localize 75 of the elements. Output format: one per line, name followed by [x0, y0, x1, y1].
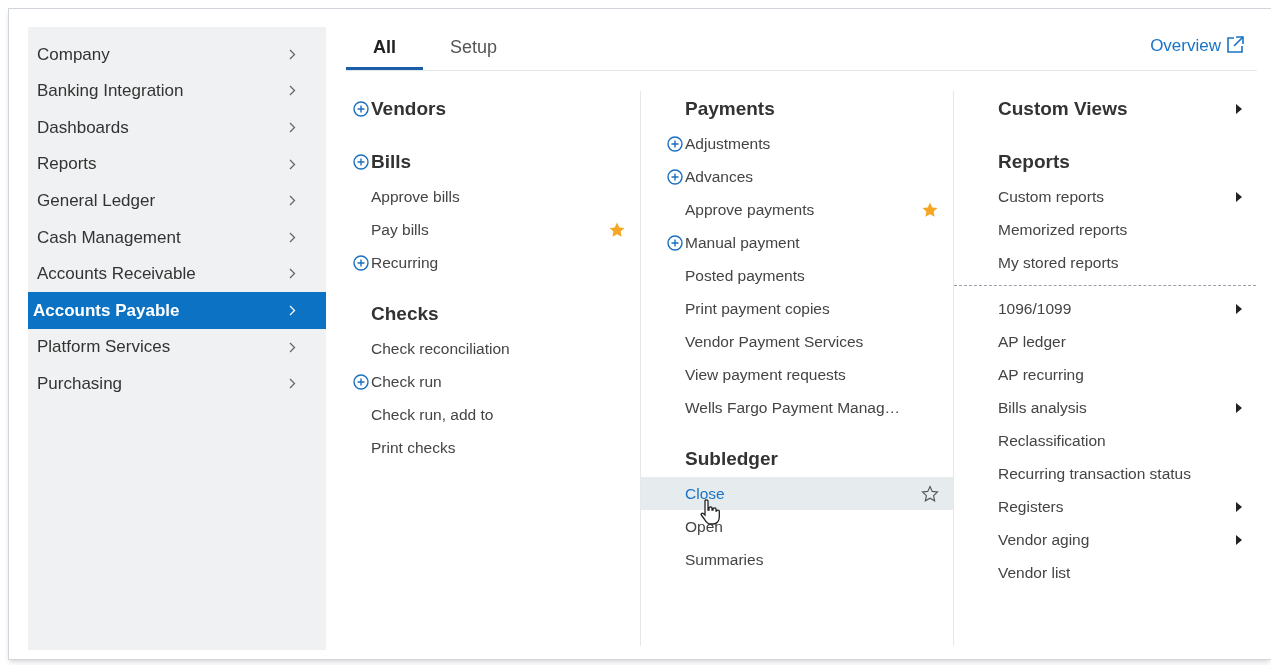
menu-link[interactable]: Registers [998, 494, 1064, 519]
overview-link[interactable]: Overview [1150, 32, 1245, 58]
sidebar-item[interactable]: Dashboards [28, 109, 326, 146]
menu-link[interactable]: Approve payments [685, 197, 815, 222]
menu-link[interactable]: Close [685, 481, 725, 506]
add-icon[interactable] [667, 234, 683, 251]
section-heading: Vendors [371, 96, 446, 121]
sidebar-item[interactable]: Banking Integration [28, 72, 326, 110]
chevron-right-icon [289, 195, 296, 207]
menu-link[interactable]: 1096/1099 [998, 296, 1072, 321]
section-heading: Custom Views [998, 96, 1128, 121]
add-icon[interactable] [353, 101, 369, 117]
sidebar-item[interactable]: Purchasing [28, 365, 326, 402]
menu-link[interactable]: AP recurring [998, 362, 1084, 387]
sidebar-item[interactable]: Accounts Receivable [28, 255, 326, 293]
add-icon[interactable] [353, 154, 369, 170]
menu-link[interactable]: Advances [685, 164, 754, 189]
tab[interactable]: All [346, 28, 423, 70]
submenu-arrow-icon[interactable] [1236, 501, 1242, 512]
menu-link[interactable]: Check run [371, 369, 442, 394]
menu-link[interactable]: View payment requests [685, 362, 846, 387]
menu-link[interactable]: Recurring transaction status [998, 461, 1191, 486]
chevron-right-icon [289, 48, 296, 60]
add-icon[interactable] [353, 254, 369, 271]
menu-link[interactable]: Vendor aging [998, 527, 1090, 552]
chevron-right-icon [289, 341, 296, 353]
external-link-icon [1225, 35, 1245, 56]
menu-link[interactable]: Memorized reports [998, 217, 1128, 242]
chevron-right-icon [289, 304, 296, 316]
chevron-right-icon [289, 231, 296, 243]
menu-link[interactable]: Check reconciliation [371, 336, 510, 361]
menu-link[interactable]: Summaries [685, 547, 764, 572]
menu-link[interactable]: Pay bills [371, 217, 429, 242]
add-icon[interactable] [667, 135, 683, 152]
star-outline-icon[interactable] [921, 484, 939, 503]
tab[interactable]: Setup [423, 28, 525, 70]
section-heading: Checks [371, 301, 439, 326]
section-heading: Reports [998, 149, 1070, 174]
menu-link[interactable]: Bills analysis [998, 395, 1087, 420]
sidebar-item[interactable]: General Ledger [28, 182, 326, 219]
submenu-arrow-icon[interactable] [1236, 104, 1242, 114]
menu-link[interactable]: Adjustments [685, 131, 771, 156]
menu-link[interactable]: Manual payment [685, 230, 800, 255]
sidebar-item[interactable]: Reports [28, 145, 326, 183]
menu-link[interactable]: Print payment copies [685, 296, 830, 321]
menu-link[interactable]: Check run, add to [371, 402, 494, 427]
menu-link[interactable]: Print checks [371, 435, 456, 460]
chevron-right-icon [289, 122, 296, 133]
sidebar-item[interactable]: Accounts Payable [28, 292, 326, 329]
menu-link[interactable]: Custom reports [998, 184, 1104, 209]
submenu-arrow-icon[interactable] [1236, 191, 1242, 202]
section-heading: Subledger [685, 446, 778, 471]
sidebar-item[interactable]: Cash Management [28, 218, 326, 256]
menu-link[interactable]: My stored reports [998, 250, 1119, 275]
menu-link[interactable]: AP ledger [998, 329, 1066, 354]
chevron-right-icon [289, 268, 296, 280]
menu-link[interactable]: Vendor Payment Services [685, 329, 864, 354]
add-icon[interactable] [353, 373, 369, 390]
menu-link[interactable]: Posted payments [685, 263, 805, 288]
menu-link[interactable]: Recurring [371, 250, 439, 275]
submenu-arrow-icon[interactable] [1236, 303, 1242, 314]
section-heading: Payments [685, 96, 775, 121]
menu-link[interactable]: Vendor list [998, 560, 1071, 585]
add-icon[interactable] [667, 168, 683, 185]
sidebar-item[interactable]: Company [28, 36, 326, 73]
sidebar-item[interactable]: Platform Services [28, 328, 326, 366]
submenu-arrow-icon[interactable] [1236, 534, 1242, 545]
submenu-arrow-icon[interactable] [1236, 402, 1242, 413]
chevron-right-icon [289, 158, 296, 170]
menu-link[interactable]: Wells Fargo Payment Manag… [685, 395, 901, 420]
menu-link[interactable]: Approve bills [371, 184, 460, 209]
chevron-right-icon [289, 378, 296, 390]
menu-link[interactable]: Reclassification [998, 428, 1106, 453]
section-heading: Bills [371, 149, 412, 174]
chevron-right-icon [289, 85, 296, 97]
